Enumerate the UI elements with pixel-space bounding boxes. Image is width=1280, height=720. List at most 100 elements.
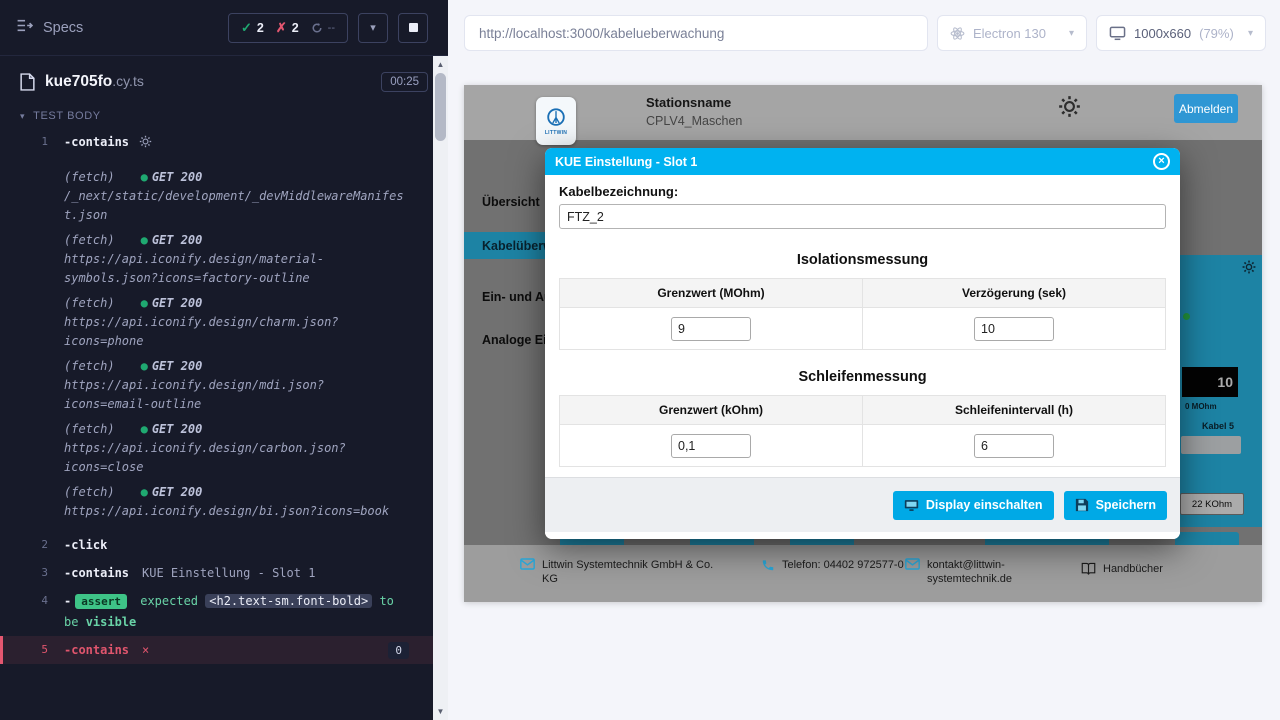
collapse-all-button[interactable]: ▾	[358, 13, 388, 43]
kabel-name-input[interactable]	[559, 204, 1166, 229]
viewport-selector[interactable]: 1000x660 (79%) ▾	[1096, 15, 1266, 51]
spec-header: kue705fo.cy.ts 00:25	[0, 56, 448, 102]
failed-count: 2	[292, 21, 299, 35]
monitor-icon	[1109, 25, 1126, 41]
specs-label[interactable]: Specs	[43, 20, 83, 36]
network-log-entry[interactable]: (fetch)●GET 200 https://api.iconify.desi…	[64, 231, 409, 288]
cross-icon: ✗	[276, 20, 287, 36]
kabel-name-label: Kabelbezeichnung:	[559, 184, 1166, 199]
isolation-delay-input[interactable]	[974, 317, 1054, 341]
gear-icon	[139, 137, 152, 151]
command-row-contains-1[interactable]: 1 -contains	[0, 128, 433, 158]
spec-name[interactable]: kue705fo.cy.ts	[45, 73, 144, 91]
scrollbar-down-arrow[interactable]: ▼	[433, 704, 448, 719]
network-log-entry[interactable]: (fetch)●GET 200 https://api.iconify.desi…	[64, 420, 409, 477]
loop-interval-input[interactable]	[974, 434, 1054, 458]
command-row-click[interactable]: 2 -click	[0, 531, 433, 559]
passed-count: 2	[257, 21, 264, 35]
aut-panel: http://localhost:3000/kabelueberwachung …	[448, 0, 1280, 720]
command-number: 3	[0, 563, 64, 583]
scrollbar-thumb[interactable]	[435, 73, 446, 141]
kue-settings-modal: KUE Einstellung - Slot 1 × Kabelbezeichn…	[545, 148, 1180, 539]
chevron-down-icon: ▾	[1248, 28, 1253, 39]
app-under-test: LITTWIN Stationsname CPLV4_Maschen Abmel…	[464, 85, 1262, 602]
network-log-entry[interactable]: (fetch)●GET 200 /_next/static/developmen…	[64, 168, 409, 225]
footer-email[interactable]: kontakt@littwin-systemtechnik.de	[905, 558, 1037, 586]
close-icon[interactable]: ×	[1153, 153, 1170, 170]
command-argument: ×	[142, 640, 149, 660]
display-icon	[904, 499, 919, 512]
fetch-label: (fetch)	[64, 296, 115, 310]
station-name: CPLV4_Maschen	[646, 114, 742, 128]
footer-phone[interactable]: Telefon: 04402 972577-0	[761, 558, 907, 572]
viewport-zoom: (79%)	[1199, 26, 1234, 41]
command-number: 4	[0, 591, 64, 632]
failed-stat: ✗2	[276, 20, 299, 36]
command-argument: KUE Einstellung - Slot 1	[142, 566, 315, 580]
chevron-down-icon: ▾	[1069, 28, 1074, 39]
stop-run-button[interactable]	[398, 13, 428, 43]
fetch-label: (fetch)	[64, 170, 115, 184]
chevron-down-icon: ▾	[20, 111, 25, 122]
url-input[interactable]: http://localhost:3000/kabelueberwachung	[464, 15, 928, 51]
network-log-entry[interactable]: (fetch)●GET 200 https://api.iconify.desi…	[64, 483, 409, 521]
check-icon: ✓	[241, 20, 252, 36]
app-header: LITTWIN Stationsname CPLV4_Maschen Abmel…	[464, 85, 1262, 140]
fetch-url: https://api.iconify.design/mdi.json?icon…	[64, 376, 409, 414]
modal-header: KUE Einstellung - Slot 1 ×	[545, 148, 1180, 175]
mail-icon	[520, 558, 535, 570]
command-name: -click	[64, 538, 107, 552]
assert-element: <h2.text-sm.font-bold>	[205, 594, 372, 608]
command-row-assert[interactable]: 4 -assert expected <h2.text-sm.font-bold…	[0, 587, 433, 636]
browser-url-bar: http://localhost:3000/kabelueberwachung …	[448, 0, 1280, 51]
command-row-contains-failed[interactable]: 5 -contains × 0	[0, 636, 433, 664]
spec-duration: 00:25	[381, 72, 428, 92]
footer-manuals[interactable]: Handbücher	[1081, 562, 1163, 576]
save-button[interactable]: Speichern	[1064, 491, 1167, 520]
assert-dash: -	[64, 594, 71, 608]
network-log-entry[interactable]: (fetch)●GET 200 https://api.iconify.desi…	[64, 357, 409, 414]
settings-gear-icon[interactable]	[1058, 95, 1081, 121]
loop-table: Grenzwert (kOhm) Schleifenintervall (h)	[559, 395, 1166, 467]
logout-button[interactable]: Abmelden	[1174, 94, 1238, 123]
fetch-label: (fetch)	[64, 233, 115, 247]
command-number: 2	[0, 535, 64, 555]
status-dot-icon: ●	[141, 170, 148, 184]
modal-bottom-padding	[545, 532, 1180, 539]
status-dot-icon: ●	[141, 485, 148, 499]
network-log-row: (fetch)●GET 200 /_next/static/developmen…	[0, 158, 433, 531]
scrollbar-up-arrow[interactable]: ▲	[433, 57, 448, 72]
loop-col2-header: Schleifenintervall (h)	[863, 396, 1166, 425]
isolation-section-title: Isolationsmessung	[559, 251, 1166, 269]
viewport-size: 1000x660	[1134, 26, 1191, 41]
fetch-url: https://api.iconify.design/carbon.json?i…	[64, 439, 409, 477]
command-log: 1 -contains (fetch)●GET 200 /_next/stati…	[0, 128, 433, 664]
fetch-status: GET 200	[152, 233, 203, 247]
modal-footer: Display einschalten Speichern	[545, 477, 1180, 532]
reporter-topbar: Specs ✓2 ✗2 -- ▾	[0, 0, 448, 56]
fetch-url: https://api.iconify.design/material-symb…	[64, 250, 409, 288]
loop-limit-input[interactable]	[671, 434, 751, 458]
fetch-status: GET 200	[152, 296, 203, 310]
app-footer: Littwin Systemtechnik GmbH & Co. KG Tele…	[464, 545, 1262, 602]
passed-stat: ✓2	[241, 20, 264, 36]
pending-stat: --	[311, 22, 335, 34]
status-dot-icon: ●	[141, 296, 148, 310]
browser-name: Electron 130	[973, 26, 1046, 41]
modal-body: Kabelbezeichnung: Isolationsmessung Gren…	[545, 175, 1180, 467]
fetch-url: https://api.iconify.design/bi.json?icons…	[64, 502, 409, 521]
refresh-icon	[311, 22, 323, 34]
test-body-toggle[interactable]: ▾ TEST BODY	[0, 102, 448, 128]
book-icon	[1081, 562, 1096, 576]
isolation-limit-input[interactable]	[671, 317, 751, 341]
status-dot-icon: ●	[141, 422, 148, 436]
display-on-button[interactable]: Display einschalten	[893, 491, 1054, 520]
isolation-col2-header: Verzögerung (sek)	[863, 279, 1166, 308]
browser-selector[interactable]: Electron 130 ▾	[937, 15, 1087, 51]
network-log-entry[interactable]: (fetch)●GET 200 https://api.iconify.desi…	[64, 294, 409, 351]
sidebar-collapse-icon[interactable]	[16, 17, 33, 39]
command-row-contains-3[interactable]: 3 -contains KUE Einstellung - Slot 1	[0, 559, 433, 587]
reporter-scrollbar[interactable]: ▲ ▼	[433, 56, 448, 720]
footer-company: Littwin Systemtechnik GmbH & Co. KG	[520, 558, 727, 586]
command-name: -contains	[64, 566, 129, 580]
